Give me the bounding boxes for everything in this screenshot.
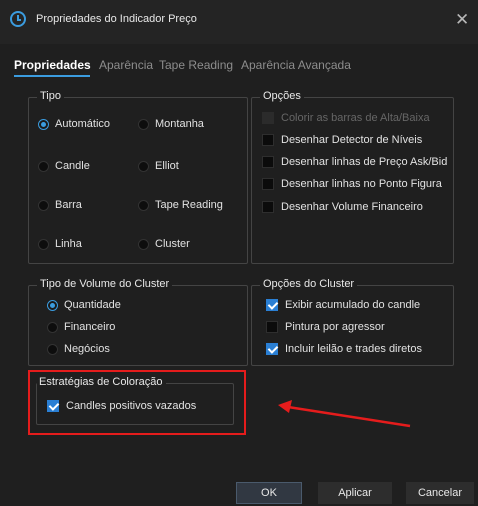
radio-label: Linha <box>55 238 82 250</box>
radio-financeiro[interactable]: Financeiro <box>47 321 115 333</box>
tab-propriedades[interactable]: Propriedades <box>14 58 91 72</box>
radio-label: Negócios <box>64 343 110 355</box>
opcoes-group-title: Opções <box>260 90 304 102</box>
radio-indicator <box>38 160 49 172</box>
radio-indicator <box>138 199 149 211</box>
checkbox-indicator <box>266 321 278 333</box>
checkbox-label: Desenhar Detector de Níveis <box>281 134 423 146</box>
radio-label: Quantidade <box>64 299 121 311</box>
check-incluir-leilao[interactable]: Incluir leilão e trades diretos <box>266 343 422 355</box>
window-title: Propriedades do Indicador Preço <box>36 13 197 25</box>
checkbox-label: Colorir as barras de Alta/Baixa <box>281 112 430 124</box>
check-volume-financeiro[interactable]: Desenhar Volume Financeiro <box>262 201 423 213</box>
check-pintura-agressor[interactable]: Pintura por agressor <box>266 321 385 333</box>
radio-cluster[interactable]: Cluster <box>138 238 190 250</box>
radio-candle[interactable]: Candle <box>38 160 90 172</box>
checkbox-label: Desenhar linhas no Ponto Figura <box>281 178 442 190</box>
radio-indicator <box>138 118 149 130</box>
radio-label: Barra <box>55 199 82 211</box>
radio-label: Elliot <box>155 160 179 172</box>
radio-label: Candle <box>55 160 90 172</box>
volume-cluster-group: Tipo de Volume do Cluster Quantidade Fin… <box>28 278 248 366</box>
radio-label: Financeiro <box>64 321 116 333</box>
radio-elliot[interactable]: Elliot <box>138 160 179 172</box>
radio-montanha[interactable]: Montanha <box>138 118 204 130</box>
checkbox-indicator <box>262 156 274 168</box>
checkbox-indicator <box>262 134 274 146</box>
tab-tape-reading[interactable]: Tape Reading <box>159 58 233 72</box>
checkbox-label: Exibir acumulado do candle <box>285 299 421 311</box>
check-ponto-figura[interactable]: Desenhar linhas no Ponto Figura <box>262 178 442 190</box>
radio-indicator <box>138 160 149 172</box>
radio-indicator <box>38 118 49 130</box>
apply-button[interactable]: Aplicar <box>318 482 392 504</box>
red-arrow-annotation <box>278 400 411 428</box>
tipo-group: Tipo Automático Montanha Candle Elliot B… <box>28 90 248 264</box>
tipo-group-title: Tipo <box>37 90 64 102</box>
radio-automatico[interactable]: Automático <box>38 118 110 130</box>
close-icon[interactable]: ✕ <box>455 10 469 30</box>
radio-label: Montanha <box>155 118 204 130</box>
opcoes-cluster-group: Opções do Cluster Exibir acumulado do ca… <box>251 278 454 366</box>
radio-indicator <box>38 238 49 250</box>
radio-label: Automático <box>55 118 111 130</box>
checkbox-indicator <box>266 343 278 355</box>
radio-indicator <box>38 199 49 211</box>
check-preco-ask-bid[interactable]: Desenhar linhas de Preço Ask/Bid <box>262 156 447 168</box>
volume-cluster-group-title: Tipo de Volume do Cluster <box>37 278 173 290</box>
check-exibir-acumulado[interactable]: Exibir acumulado do candle <box>266 299 420 311</box>
title-bar: Propriedades do Indicador Preço ✕ <box>0 0 478 44</box>
highlight-annotation-box <box>28 370 246 435</box>
radio-linha[interactable]: Linha <box>38 238 82 250</box>
radio-quantidade[interactable]: Quantidade <box>47 299 121 311</box>
active-tab-indicator <box>14 75 90 77</box>
radio-tape-reading[interactable]: Tape Reading <box>138 199 223 211</box>
radio-indicator <box>47 321 58 333</box>
tab-aparencia-avancada[interactable]: Aparência Avançada <box>241 58 351 72</box>
checkbox-indicator <box>266 299 278 311</box>
opcoes-group: Opções Colorir as barras de Alta/Baixa D… <box>251 90 454 264</box>
radio-negocios[interactable]: Negócios <box>47 343 110 355</box>
ok-button[interactable]: OK <box>236 482 302 504</box>
opcoes-cluster-group-title: Opções do Cluster <box>260 278 358 290</box>
checkbox-label: Desenhar Volume Financeiro <box>281 201 423 213</box>
checkbox-indicator <box>262 178 274 190</box>
checkbox-label: Desenhar linhas de Preço Ask/Bid <box>281 156 448 168</box>
cancel-button[interactable]: Cancelar <box>406 482 474 504</box>
radio-label: Cluster <box>155 238 190 250</box>
radio-barra[interactable]: Barra <box>38 199 82 211</box>
checkbox-label: Incluir leilão e trades diretos <box>285 343 422 355</box>
clock-icon <box>10 11 26 27</box>
radio-label: Tape Reading <box>155 199 223 211</box>
checkbox-label: Pintura por agressor <box>285 321 385 333</box>
checkbox-indicator <box>262 112 274 124</box>
radio-indicator <box>138 238 149 250</box>
check-colorir-barras[interactable]: Colorir as barras de Alta/Baixa <box>262 112 430 124</box>
tab-aparencia[interactable]: Aparência <box>99 58 153 72</box>
radio-indicator <box>47 343 58 355</box>
checkbox-indicator <box>262 201 274 213</box>
check-detector-niveis[interactable]: Desenhar Detector de Níveis <box>262 134 422 146</box>
radio-indicator <box>47 299 58 311</box>
